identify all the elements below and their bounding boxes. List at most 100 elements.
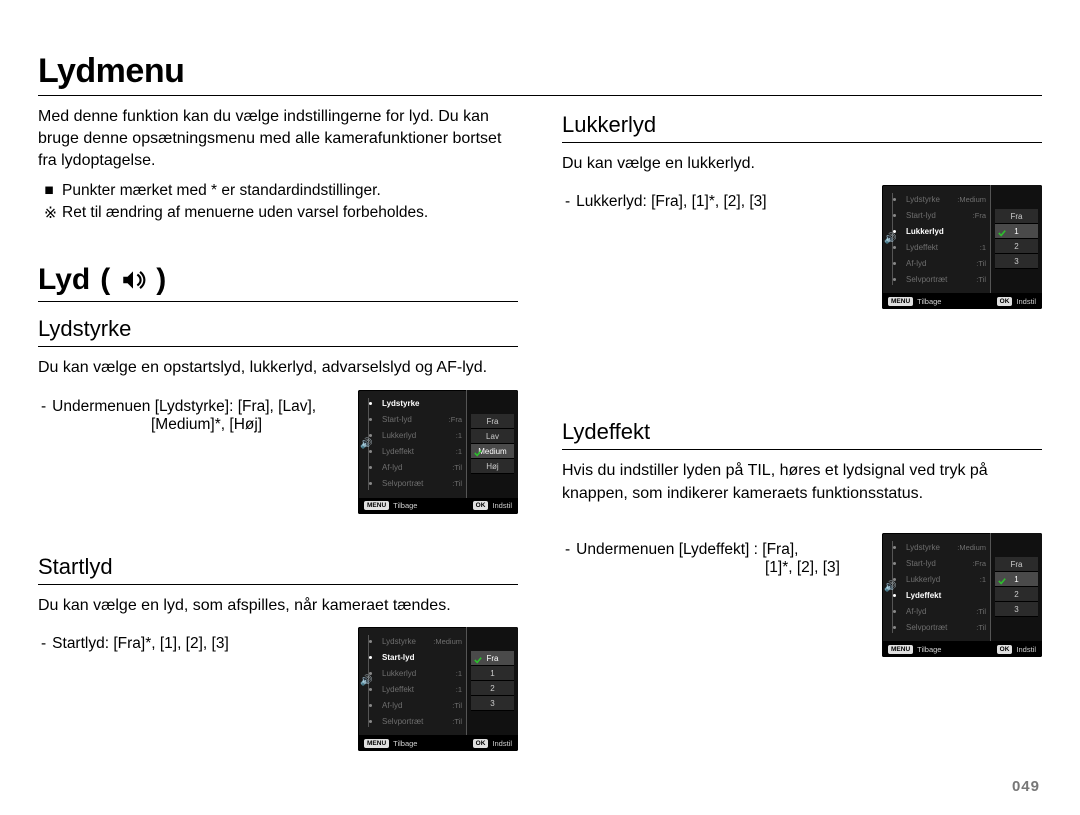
option-1[interactable]: 1 — [995, 572, 1038, 587]
menu-row-lukkerlyd[interactable]: Lukkerlyd:1 — [362, 665, 466, 681]
bullet-marker: ■ — [44, 182, 54, 200]
menu-row-lydstyrke[interactable]: Lydstyrke — [362, 396, 466, 412]
footer-set-label: Indstil — [1016, 645, 1036, 654]
option-line: -Startlyd: [Fra]*, [1], [2], [3] — [38, 635, 340, 653]
menu-row-value: :1 — [456, 431, 466, 440]
option-1[interactable]: 1 — [995, 224, 1038, 239]
menu-row-label: Af-lyd — [906, 607, 972, 616]
option-line: -Lukkerlyd: [Fra], [1]*, [2], [3] — [562, 193, 864, 211]
menu-row-value: :Til — [452, 463, 466, 472]
menu-row-lydstyrke[interactable]: Lydstyrke:Medium — [362, 633, 466, 649]
menu-row-label: Af-lyd — [382, 701, 448, 710]
menu-row-lydeffekt[interactable]: Lydeffekt:1 — [362, 681, 466, 697]
option-label: Lav — [486, 432, 499, 441]
page-title: Lydmenu — [38, 52, 1042, 91]
option-2[interactable]: 2 — [995, 239, 1038, 254]
option-lav[interactable]: Lav — [471, 429, 514, 444]
option-label: Fra — [487, 417, 499, 426]
menu-row-lydeffekt[interactable]: Lydeffekt — [886, 587, 990, 603]
screenshot-footer: MENUTilbageOKIndstil — [882, 293, 1042, 309]
menu-row-startlyd[interactable]: Start-lyd :Fra — [362, 412, 466, 428]
option-medium[interactable]: Medium — [471, 444, 514, 459]
menu-row-lydeffekt[interactable]: Lydeffekt:1 — [362, 444, 466, 460]
option-text: [1]*, [2], [3] — [576, 559, 864, 577]
option-line: -Undermenuen [Lydeffekt] : [Fra], [1]*, … — [562, 541, 864, 577]
screenshot-footer: MENUTilbageOKIndstil — [358, 498, 518, 514]
menu-row-lydstyrke[interactable]: Lydstyrke :Medium — [886, 539, 990, 555]
subheading-startlyd: Startlyd — [38, 554, 518, 580]
menu-row-lukkerlyd[interactable]: Lukkerlyd :1 — [362, 428, 466, 444]
screenshot-footer: MENUTilbageOKIndstil — [358, 735, 518, 751]
menu-row-startlyd[interactable]: Start-lyd — [362, 649, 466, 665]
close-paren: ) — [156, 263, 166, 297]
note-text: Punkter mærket med * er standardindstill… — [62, 182, 381, 200]
option-fra[interactable]: Fra — [995, 557, 1038, 572]
menu-row-label: Selvportræt — [382, 717, 448, 726]
menu-row-selvportraet[interactable]: Selvportræt:Til — [886, 271, 990, 287]
menu-row-startlyd[interactable]: Start-lyd:Fra — [886, 555, 990, 571]
footer-set-label: Indstil — [1016, 297, 1036, 306]
option-høj[interactable]: Høj — [471, 459, 514, 474]
footer-back-label: Tilbage — [917, 297, 941, 306]
menu-row-lydstyrke[interactable]: Lydstyrke:Medium — [886, 191, 990, 207]
menu-row-value: :Til — [976, 607, 990, 616]
ok-button-icon: OK — [997, 645, 1013, 654]
ok-button-icon: OK — [997, 297, 1013, 306]
menu-row-label: Lydstyrke — [906, 543, 953, 552]
menu-row-value: :1 — [980, 243, 990, 252]
menu-row-label: Start-lyd — [382, 653, 466, 662]
option-fra[interactable]: Fra — [471, 651, 514, 666]
checkmark-icon — [998, 227, 1006, 235]
menu-row-value: :Fra — [973, 559, 990, 568]
menu-row-label: Start-lyd — [382, 415, 445, 424]
option-fra[interactable]: Fra — [995, 209, 1038, 224]
option-2[interactable]: 2 — [471, 681, 514, 696]
camera-screenshot-lydeffekt: 🔊Lydstyrke:MediumStart-lyd:FraLukkerlyd:… — [882, 533, 1042, 657]
menu-row-label: Lydstyrke — [382, 399, 466, 408]
menu-row-aflyd[interactable]: Af-lyd:Til — [886, 255, 990, 271]
checkmark-icon — [998, 575, 1006, 583]
menu-row-label: Selvportræt — [906, 623, 972, 632]
menu-row-value: :Fra — [449, 415, 466, 424]
option-label: Fra — [1011, 212, 1023, 221]
menu-row-lydeffekt[interactable]: Lydeffekt:1 — [886, 239, 990, 255]
menu-row-aflyd[interactable]: Af-lyd :Til — [886, 603, 990, 619]
subheading-lydstyrke: Lydstyrke — [38, 316, 518, 342]
option-3[interactable]: 3 — [471, 696, 514, 711]
ok-button-icon: OK — [473, 739, 489, 748]
camera-screenshot-lydstyrke: 🔊LydstyrkeStart-lyd:FraLukkerlyd:1Lydeff… — [358, 390, 518, 514]
section-heading-lyd: Lyd ( ) — [38, 263, 518, 297]
option-label: 2 — [1014, 242, 1018, 251]
intro-text: Med denne funktion kan du vælge indstill… — [38, 106, 518, 172]
menu-row-label: Selvportræt — [906, 275, 972, 284]
menu-row-label: Lukkerlyd — [382, 431, 452, 440]
option-fra[interactable]: Fra — [471, 414, 514, 429]
horizontal-rule — [38, 584, 518, 585]
menu-row-lukkerlyd[interactable]: Lukkerlyd:1 — [886, 571, 990, 587]
page-number: 049 — [1012, 778, 1040, 795]
horizontal-rule — [38, 95, 1042, 96]
menu-row-value: :Medium — [957, 543, 990, 552]
option-3[interactable]: 3 — [995, 602, 1038, 617]
menu-row-lukkerlyd[interactable]: Lukkerlyd — [886, 223, 990, 239]
menu-row-selvportraet[interactable]: Selvportræt:Til — [362, 476, 466, 492]
option-1[interactable]: 1 — [471, 666, 514, 681]
menu-row-aflyd[interactable]: Af-lyd:Til — [362, 460, 466, 476]
note-text: Ret til ændring af menuerne uden varsel … — [62, 204, 428, 223]
menu-row-startlyd[interactable]: Start-lyd:Fra — [886, 207, 990, 223]
menu-row-selvportraet[interactable]: Selvportræt:Til — [362, 713, 466, 729]
horizontal-rule — [562, 449, 1042, 450]
menu-row-value: :Medium — [433, 637, 466, 646]
footer-set-label: Indstil — [492, 501, 512, 510]
option-label: Medium — [478, 447, 506, 456]
ok-button-icon: OK — [473, 501, 489, 510]
menu-row-aflyd[interactable]: Af-lyd:Til — [362, 697, 466, 713]
option-3[interactable]: 3 — [995, 254, 1038, 269]
option-2[interactable]: 2 — [995, 587, 1038, 602]
note-item: ■ Punkter mærket med * er standardindsti… — [44, 182, 518, 200]
checkmark-icon — [474, 447, 482, 455]
option-text: Undermenuen [Lydeffekt] : [Fra], — [576, 541, 798, 558]
menu-row-label: Lukkerlyd — [382, 669, 452, 678]
menu-row-selvportraet[interactable]: Selvportræt:Til — [886, 619, 990, 635]
option-label: Høj — [486, 462, 498, 471]
